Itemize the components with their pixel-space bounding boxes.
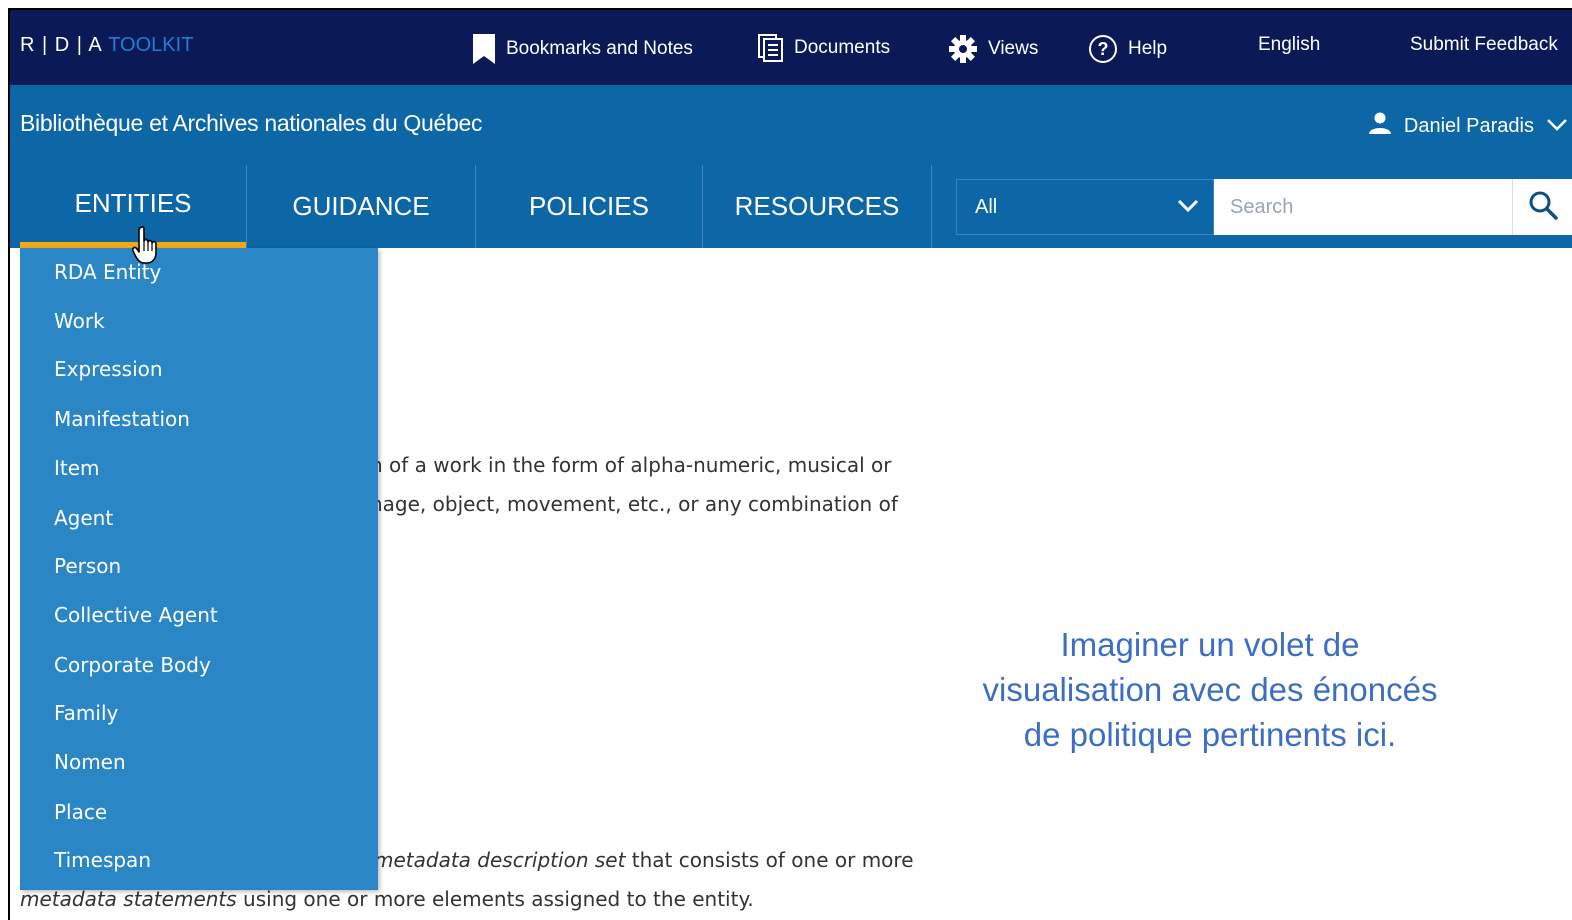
rda-toolkit-logo[interactable]: R | D | A TOOLKIT bbox=[20, 34, 193, 57]
menu-item-collective-agent[interactable]: Collective Agent bbox=[54, 603, 218, 627]
bookmarks-and-notes-link[interactable]: Bookmarks and Notes bbox=[472, 34, 693, 64]
search-scope-select[interactable]: All bbox=[956, 179, 1214, 235]
user-menu[interactable]: Daniel Paradis bbox=[1368, 111, 1568, 141]
menu-item-place[interactable]: Place bbox=[54, 800, 107, 824]
submit-feedback-link[interactable]: Submit Feedback bbox=[1410, 34, 1558, 56]
search-icon bbox=[1528, 190, 1558, 225]
body-text-rest: using one or more elements assigned to t… bbox=[236, 887, 754, 911]
chevron-down-icon bbox=[1546, 115, 1568, 138]
entities-dropdown-menu: RDA Entity Work Expression Manifestation… bbox=[20, 248, 378, 890]
note-line: Imaginer un volet de bbox=[1060, 626, 1360, 663]
menu-item-expression[interactable]: Expression bbox=[54, 357, 163, 381]
menu-item-item[interactable]: Item bbox=[54, 456, 100, 480]
documents-icon bbox=[758, 34, 784, 62]
menu-item-person[interactable]: Person bbox=[54, 554, 121, 578]
views-label: Views bbox=[988, 38, 1039, 59]
browser-viewport: R | D | A TOOLKIT Bookmarks and Notes Do… bbox=[8, 8, 1572, 920]
tab-label: ENTITIES bbox=[74, 188, 192, 218]
note-line: visualisation avec des énoncés bbox=[982, 671, 1438, 708]
tab-label: RESOURCES bbox=[734, 191, 900, 221]
chevron-down-icon bbox=[1177, 196, 1199, 219]
body-text-line: metadata description set that consists o… bbox=[374, 848, 914, 872]
body-text-rest: that consists of one or more bbox=[625, 848, 914, 872]
bookmark-icon bbox=[472, 34, 496, 64]
body-text-line: n of a work in the form of alpha-numeric… bbox=[370, 453, 892, 477]
bookmarks-label: Bookmarks and Notes bbox=[506, 38, 693, 59]
logo-rda-text: R | D | A bbox=[20, 34, 109, 56]
documents-link[interactable]: Documents bbox=[758, 34, 890, 62]
search-input[interactable] bbox=[1214, 179, 1512, 235]
user-name: Daniel Paradis bbox=[1403, 114, 1534, 137]
tab-guidance[interactable]: GUIDANCE bbox=[247, 165, 475, 248]
tab-policies[interactable]: POLICIES bbox=[476, 165, 702, 248]
search-button[interactable] bbox=[1512, 179, 1572, 235]
tab-divider bbox=[931, 165, 932, 248]
tab-label: GUIDANCE bbox=[292, 191, 430, 221]
menu-item-work[interactable]: Work bbox=[54, 309, 105, 333]
body-text-line: nage, object, movement, etc., or any com… bbox=[370, 492, 898, 516]
top-bar: R | D | A TOOLKIT Bookmarks and Notes Do… bbox=[10, 10, 1572, 85]
help-icon: ? bbox=[1088, 34, 1118, 64]
search-scope-value: All bbox=[975, 195, 998, 218]
language-selector[interactable]: English bbox=[1258, 34, 1320, 56]
documents-label: Documents bbox=[794, 37, 891, 58]
hand-pointer-cursor-icon bbox=[132, 226, 162, 271]
sub-header: Bibliothèque et Archives nationales du Q… bbox=[10, 85, 1572, 248]
menu-item-timespan[interactable]: Timespan bbox=[54, 848, 151, 872]
gear-icon bbox=[948, 34, 978, 64]
tab-label: POLICIES bbox=[529, 191, 649, 221]
logo-toolkit-text: TOOLKIT bbox=[108, 34, 194, 56]
menu-item-manifestation[interactable]: Manifestation bbox=[54, 407, 190, 431]
body-text-emphasis: metadata description set bbox=[374, 848, 626, 872]
menu-item-nomen[interactable]: Nomen bbox=[54, 750, 126, 774]
visualization-panel-note: Imaginer un volet de visualisation avec … bbox=[940, 622, 1480, 757]
body-text-line: metadata statements using one or more el… bbox=[20, 887, 754, 911]
user-icon bbox=[1368, 111, 1392, 141]
institution-name: Bibliothèque et Archives nationales du Q… bbox=[20, 110, 483, 136]
menu-item-family[interactable]: Family bbox=[54, 701, 118, 725]
feedback-label: Submit Feedback bbox=[1410, 34, 1558, 55]
body-text-emphasis: metadata statements bbox=[20, 887, 237, 911]
language-label: English bbox=[1258, 34, 1321, 55]
views-link[interactable]: Views bbox=[948, 34, 1038, 64]
help-link[interactable]: ? Help bbox=[1088, 34, 1167, 64]
svg-text:?: ? bbox=[1098, 39, 1109, 59]
tab-resources[interactable]: RESOURCES bbox=[703, 165, 931, 248]
menu-item-corporate-body[interactable]: Corporate Body bbox=[54, 653, 211, 677]
menu-item-agent[interactable]: Agent bbox=[54, 506, 113, 530]
note-line: de politique pertinents ici. bbox=[1023, 716, 1397, 753]
help-label: Help bbox=[1128, 38, 1168, 59]
